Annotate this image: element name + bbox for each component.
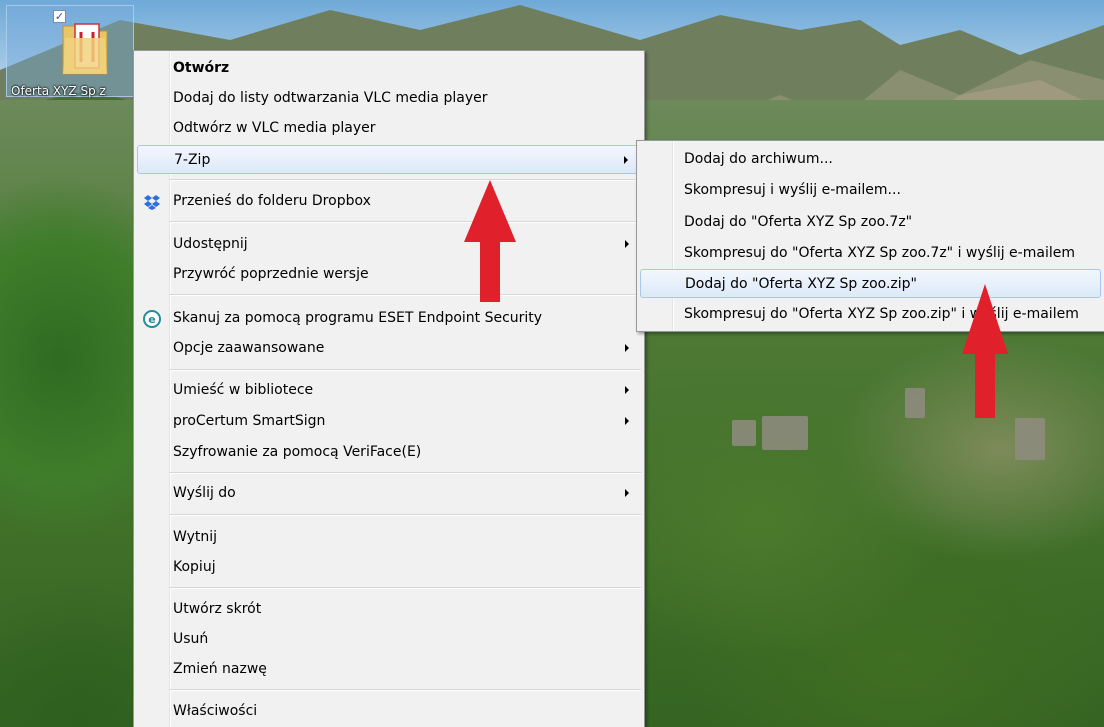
7zip-submenu: Dodaj do archiwum... Skompresuj i wyślij… <box>636 140 1104 332</box>
submenu-item-add-to-zip[interactable]: Dodaj do "Oferta XYZ Sp zoo.zip" <box>640 269 1101 298</box>
folder-icon <box>62 23 108 75</box>
menu-separator <box>170 689 641 691</box>
menu-separator <box>170 587 641 589</box>
menu-item-label: 7-Zip <box>174 152 211 168</box>
menu-item-label: Umieść w bibliotece <box>173 382 314 398</box>
menu-separator <box>170 221 641 223</box>
context-menu: Otwórz Dodaj do listy odtwarzania VLC me… <box>133 50 645 727</box>
menu-item-veriface[interactable]: Szyfrowanie za pomocą VeriFace(E) <box>137 438 641 467</box>
menu-item-create-shortcut[interactable]: Utwórz skrót <box>137 595 641 624</box>
menu-item-eset-scan[interactable]: e Skanuj za pomocą programu ESET Endpoin… <box>137 304 641 333</box>
submenu-arrow-icon <box>624 156 628 164</box>
submenu-item-add-to-archive[interactable]: Dodaj do archiwum... <box>640 145 1101 174</box>
submenu-item-add-to-7z[interactable]: Dodaj do "Oferta XYZ Sp zoo.7z" <box>640 208 1101 237</box>
menu-item-properties[interactable]: Właściwości <box>137 697 641 726</box>
menu-item-rename[interactable]: Zmień nazwę <box>137 655 641 684</box>
menu-item-dropbox[interactable]: Przenieś do folderu Dropbox <box>137 187 641 216</box>
wallpaper-ruin <box>732 420 756 446</box>
menu-item-send-to[interactable]: Wyślij do <box>137 479 641 508</box>
menu-item-label: Udostępnij <box>173 236 248 252</box>
menu-item-cut[interactable]: Wytnij <box>137 523 641 552</box>
wallpaper-ruin <box>762 416 808 450</box>
menu-item-label: proCertum SmartSign <box>173 413 326 429</box>
menu-separator <box>170 514 641 516</box>
menu-item-label: Przenieś do folderu Dropbox <box>173 193 371 209</box>
menu-item-advanced-options[interactable]: Opcje zaawansowane <box>137 334 641 363</box>
dropbox-icon <box>144 195 160 210</box>
menu-item-procertum[interactable]: proCertum SmartSign <box>137 407 641 436</box>
submenu-item-compress-7z-email[interactable]: Skompresuj do "Oferta XYZ Sp zoo.7z" i w… <box>640 239 1101 268</box>
menu-item-label: Usuń <box>173 631 209 647</box>
menu-item-label: Skanuj za pomocą programu ESET Endpoint … <box>173 310 543 326</box>
menu-separator <box>170 369 641 371</box>
menu-item-vlc-play[interactable]: Odtwórz w VLC media player <box>137 114 641 143</box>
menu-item-label: Wyślij do <box>173 485 236 501</box>
wallpaper-ruin <box>905 388 925 418</box>
submenu-item-compress-zip-email[interactable]: Skompresuj do "Oferta XYZ Sp zoo.zip" i … <box>640 300 1101 329</box>
annotation-arrow-up-icon <box>962 284 1008 418</box>
wallpaper-ruin <box>1015 418 1045 460</box>
submenu-arrow-icon <box>625 417 629 425</box>
submenu-item-compress-and-email[interactable]: Skompresuj i wyślij e-mailem... <box>640 176 1101 205</box>
menu-item-label: Skompresuj do "Oferta XYZ Sp zoo.7z" i w… <box>684 245 1075 261</box>
svg-text:e: e <box>148 313 155 326</box>
submenu-arrow-icon <box>625 344 629 352</box>
menu-item-label: Wytnij <box>173 529 218 545</box>
menu-item-label: Odtwórz w VLC media player <box>173 120 376 136</box>
submenu-arrow-icon <box>625 489 629 497</box>
menu-item-label: Przywróć poprzednie wersje <box>173 266 369 282</box>
menu-item-open[interactable]: Otwórz <box>137 54 641 83</box>
menu-item-vlc-add-playlist[interactable]: Dodaj do listy odtwarzania VLC media pla… <box>137 84 641 113</box>
menu-item-copy[interactable]: Kopiuj <box>137 553 641 582</box>
menu-item-label: Właściwości <box>173 703 258 719</box>
submenu-arrow-icon <box>625 240 629 248</box>
menu-item-label: Utwórz skrót <box>173 601 262 617</box>
desktop-file-icon[interactable]: ✓ Oferta XYZ Sp z <box>6 5 134 98</box>
menu-item-label: Opcje zaawansowane <box>173 340 325 356</box>
menu-item-label: Skompresuj do "Oferta XYZ Sp zoo.zip" i … <box>684 306 1079 322</box>
submenu-arrow-icon <box>625 386 629 394</box>
menu-item-delete[interactable]: Usuń <box>137 625 641 654</box>
annotation-arrow-up-icon <box>464 180 516 302</box>
menu-separator <box>170 472 641 474</box>
menu-item-label: Dodaj do "Oferta XYZ Sp zoo.zip" <box>685 276 917 292</box>
desktop-file-label: Oferta XYZ Sp z <box>11 84 106 98</box>
menu-item-share[interactable]: Udostępnij <box>137 230 641 259</box>
menu-separator <box>170 179 641 181</box>
menu-item-label: Dodaj do listy odtwarzania VLC media pla… <box>173 90 488 106</box>
menu-item-label: Skompresuj i wyślij e-mailem... <box>684 182 901 198</box>
menu-item-label: Dodaj do "Oferta XYZ Sp zoo.7z" <box>684 214 913 230</box>
menu-item-restore-versions[interactable]: Przywróć poprzednie wersje <box>137 260 641 289</box>
menu-item-label: Dodaj do archiwum... <box>684 151 833 167</box>
menu-item-include-in-library[interactable]: Umieść w bibliotece <box>137 376 641 405</box>
eset-icon: e <box>143 310 161 328</box>
menu-item-label: Otwórz <box>173 60 230 76</box>
menu-item-label: Kopiuj <box>173 559 216 575</box>
menu-item-7zip[interactable]: 7-Zip <box>137 145 641 174</box>
menu-item-label: Zmień nazwę <box>173 661 267 677</box>
menu-item-label: Szyfrowanie za pomocą VeriFace(E) <box>173 444 422 460</box>
menu-separator <box>170 294 641 296</box>
